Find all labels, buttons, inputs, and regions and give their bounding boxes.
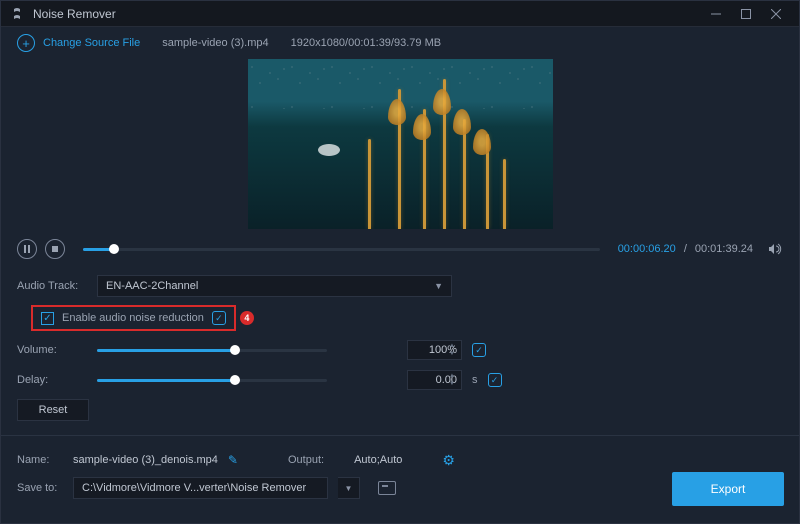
audio-track-label: Audio Track: (17, 280, 87, 292)
saveto-path[interactable]: C:\Vidmore\Vidmore V...verter\Noise Remo… (73, 477, 328, 499)
file-name: sample-video (3).mp4 (162, 37, 268, 49)
callout-badge: 4 (240, 311, 254, 325)
noise-reduction-label: Enable audio noise reduction (62, 312, 204, 324)
saveto-label: Save to: (17, 482, 63, 494)
minimize-button[interactable] (701, 2, 731, 26)
apply-all-icon[interactable]: ✓ (212, 311, 226, 325)
reset-button[interactable]: Reset (17, 399, 89, 421)
time-total: 00:01:39.24 (695, 243, 753, 255)
toolbar: + Change Source File sample-video (3).mp… (1, 27, 799, 59)
time-current: 00:00:06.20 (618, 243, 676, 255)
chevron-down-icon: ▼ (434, 281, 443, 291)
time-separator: / (684, 243, 687, 255)
name-value: sample-video (3)_denois.mp4 (73, 454, 218, 466)
noise-reduction-checkbox[interactable]: ✓ (41, 312, 54, 325)
window-title: Noise Remover (33, 7, 701, 21)
stop-button[interactable] (45, 239, 65, 259)
delay-stepper[interactable]: ▲▼ (449, 373, 459, 387)
saveto-value: C:\Vidmore\Vidmore V...verter\Noise Remo… (82, 482, 306, 494)
volume-apply-all-icon[interactable]: ✓ (472, 343, 486, 357)
app-icon (9, 6, 25, 22)
change-source-label: Change Source File (43, 37, 140, 49)
output-value: Auto;Auto (354, 454, 402, 466)
delay-slider[interactable] (97, 379, 327, 382)
titlebar: Noise Remover (1, 1, 799, 27)
plus-icon: + (17, 34, 35, 52)
seek-slider[interactable] (83, 248, 600, 251)
output-settings-icon[interactable]: ⚙ (442, 452, 455, 469)
noise-reduction-callout: ✓ Enable audio noise reduction ✓ 4 (31, 305, 236, 331)
close-button[interactable] (761, 2, 791, 26)
maximize-button[interactable] (731, 2, 761, 26)
volume-icon[interactable] (767, 241, 783, 257)
export-button[interactable]: Export (672, 472, 784, 506)
output-label: Output: (288, 454, 324, 466)
audio-track-select[interactable]: EN-AAC-2Channel ▼ (97, 275, 452, 297)
volume-slider[interactable] (97, 349, 327, 352)
audio-track-value: EN-AAC-2Channel (106, 280, 198, 292)
change-source-button[interactable]: + Change Source File (17, 34, 140, 52)
name-label: Name: (17, 454, 63, 466)
video-preview[interactable] (248, 59, 553, 229)
edit-name-icon[interactable]: ✎ (228, 453, 238, 467)
delay-apply-all-icon[interactable]: ✓ (488, 373, 502, 387)
saveto-dropdown[interactable]: ▼ (338, 477, 360, 499)
play-controls: 00:00:06.20 / 00:01:39.24 (1, 229, 799, 265)
pause-button[interactable] (17, 239, 37, 259)
delay-label: Delay: (17, 374, 87, 386)
open-folder-icon[interactable] (378, 481, 396, 495)
delay-unit: s (472, 374, 478, 386)
volume-stepper[interactable]: ▲▼ (449, 343, 459, 357)
volume-input[interactable]: 100% ▲▼ (407, 340, 462, 360)
file-meta: 1920x1080/00:01:39/93.79 MB (291, 37, 441, 49)
volume-label: Volume: (17, 344, 87, 356)
delay-input[interactable]: 0.00 ▲▼ (407, 370, 462, 390)
